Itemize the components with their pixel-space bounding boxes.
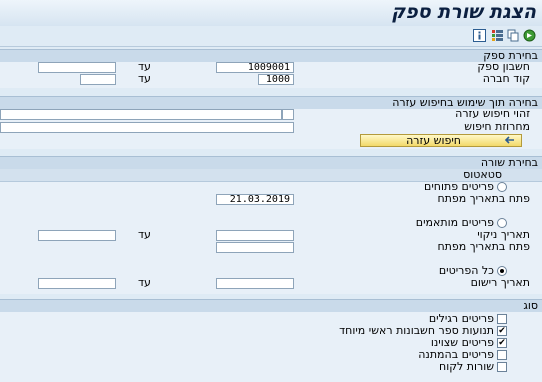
page-title: הצגת שורת ספק xyxy=(391,1,536,23)
vendor-account-from-field[interactable]: 1009001 xyxy=(216,62,294,73)
search-string-field[interactable] xyxy=(0,122,294,133)
vendor-account-to-field[interactable] xyxy=(38,62,116,73)
open-at-key-date-label: פתח בתאריך מפתח xyxy=(437,192,530,205)
company-code-label: קוד חברה xyxy=(482,72,530,85)
search-help-button[interactable]: חיפוש עזרה xyxy=(360,134,522,147)
type-checkbox-4[interactable] xyxy=(497,362,507,372)
cleared-items-radio[interactable] xyxy=(497,218,507,228)
posting-date-from-field[interactable] xyxy=(216,278,294,289)
posting-date-label: תאריך רישום xyxy=(470,276,530,289)
info-icon[interactable] xyxy=(473,29,486,42)
type-checkbox-1[interactable]: ✔ xyxy=(497,326,507,336)
search-help-button-icon xyxy=(503,135,515,147)
line-selection-header: בחירת שורה xyxy=(0,156,542,170)
type-title: סוג xyxy=(523,299,538,312)
search-help-id-label: זהוי חיפוש עזרה xyxy=(455,107,530,120)
copy-icon[interactable] xyxy=(507,29,520,42)
open-items-radio[interactable] xyxy=(497,182,507,192)
type-checkbox-0[interactable] xyxy=(497,314,507,324)
open-at-key-date-field[interactable]: 21.03.2019 xyxy=(216,194,294,205)
open-at-key-date2-label: פתח בתאריך מפתח xyxy=(437,240,530,253)
company-code-to-label: עד xyxy=(138,72,151,85)
clearing-date-to-field[interactable] xyxy=(38,230,116,241)
search-help-button-label: חיפוש עזרה xyxy=(406,134,461,147)
posting-date-to-field[interactable] xyxy=(38,278,116,289)
vendor-selection-header: בחירת ספק xyxy=(0,49,542,63)
variant-icon[interactable] xyxy=(491,29,504,42)
type-checkbox-3[interactable] xyxy=(497,350,507,360)
posting-date-to-label: עד xyxy=(138,276,151,289)
application-toolbar xyxy=(0,26,542,47)
search-help-id-field[interactable] xyxy=(0,109,282,120)
search-help-id-suffix-field[interactable] xyxy=(282,109,294,120)
search-string-label: מחרוזת חיפוש xyxy=(464,120,530,133)
execute-icon[interactable] xyxy=(523,29,536,42)
open-at-key-date2-field[interactable] xyxy=(216,242,294,253)
type-label-4: שורות לקוח xyxy=(439,360,494,373)
company-code-to-field[interactable] xyxy=(80,74,116,85)
clearing-date-to-label: עד xyxy=(138,228,151,241)
all-items-radio[interactable] xyxy=(497,266,507,276)
type-checkbox-2[interactable]: ✔ xyxy=(497,338,507,348)
title-bar: הצגת שורת ספק xyxy=(0,0,542,27)
type-header: סוג xyxy=(0,299,542,313)
clearing-date-from-field[interactable] xyxy=(216,230,294,241)
company-code-from-field[interactable]: 1000 xyxy=(258,74,294,85)
